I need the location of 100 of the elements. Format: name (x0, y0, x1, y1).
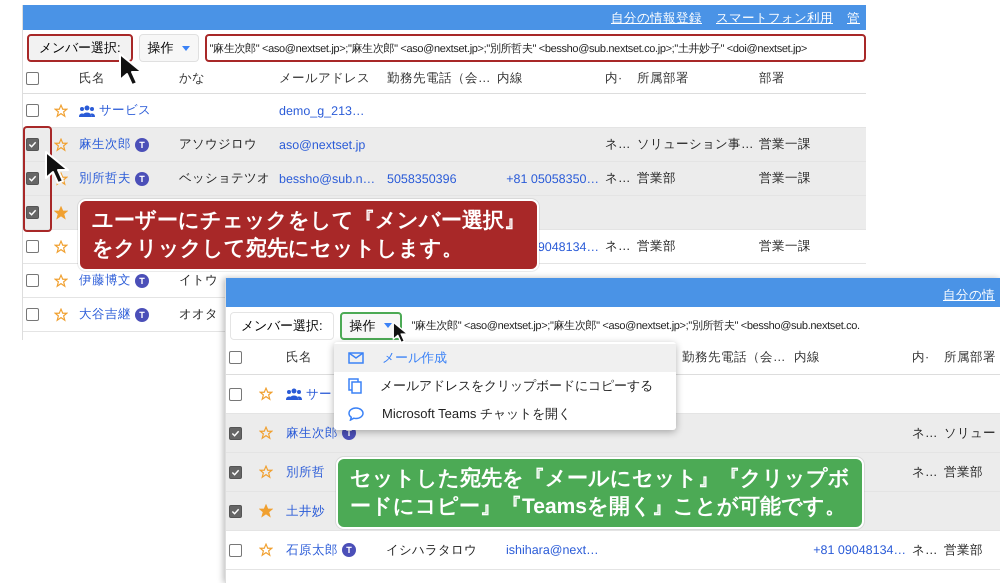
recipients-field[interactable]: "麻生次郎" <aso@nextset.jp>;"麻生次郎" <aso@nextset.jp>;"別所哲夫" <bessho@sub.nextset.co.jp>;"土井妙子" <doi@nextset.jp> (204, 34, 866, 62)
callout-text: ユーザーにチェックをして『メンバー選択』 (92, 208, 525, 234)
row-checkbox[interactable] (229, 544, 242, 556)
table-cell: アソウジロウ (179, 136, 257, 153)
star-icon[interactable] (259, 387, 273, 401)
table-cell: ネ… (605, 238, 630, 255)
header-link[interactable]: 自分の情報登録 (611, 10, 702, 27)
caret-icon (384, 323, 392, 328)
table-cell: オオタ (179, 306, 218, 323)
table-cell: イシハラタロウ (386, 542, 477, 558)
callout-text: ードにコピー』『Teamsを開く』ことが可能です。 (350, 494, 847, 520)
star-icon[interactable] (259, 426, 273, 440)
table-cell: 営業部 (637, 238, 676, 255)
column-header[interactable]: かな (179, 70, 205, 86)
copy-icon (348, 378, 362, 394)
column-header[interactable]: 内· (605, 70, 622, 86)
row-checkbox[interactable] (229, 388, 242, 400)
table-cell: ネ… (912, 424, 938, 442)
star-icon[interactable] (259, 465, 273, 479)
action-dropdown-button[interactable]: 操作 (340, 312, 402, 340)
table-cell: 営業一課 (759, 136, 811, 153)
table-cell: 営業部 (944, 542, 983, 558)
action-dropdown-button[interactable]: 操作 (138, 34, 199, 62)
callout-text: セットした宛先を『メールにセット』『クリップボ (350, 466, 850, 492)
star-icon[interactable] (54, 308, 68, 322)
star-icon[interactable] (54, 138, 68, 152)
contact-name-link[interactable]: 大谷吉継 (79, 306, 131, 323)
column-header[interactable]: メールアドレス (279, 70, 370, 86)
menu-item[interactable]: メール作成 (334, 344, 676, 372)
caret-icon (182, 46, 190, 50)
table-cell: 営業部 (637, 170, 676, 187)
table-cell: ソリュー (944, 424, 996, 442)
recipients-field[interactable]: "麻生次郎" <aso@nextset.jp>;"麻生次郎" <aso@nextset.jp>;"別所哲夫" <bessho@sub.nextset.co. (408, 312, 1000, 340)
table-cell: イトウ (179, 272, 218, 289)
column-header[interactable]: 内線 (794, 349, 820, 366)
table-cell: ネ… (605, 170, 630, 187)
column-header[interactable]: 部署 (759, 70, 785, 86)
teams-badge: T (342, 543, 356, 557)
people-icon (286, 388, 302, 400)
contact-name-link[interactable]: サー (306, 386, 332, 402)
menu-item[interactable]: メールアドレスをクリップボードにコピーする (334, 372, 676, 400)
star-icon[interactable] (54, 274, 68, 288)
row-checkbox[interactable] (229, 426, 242, 440)
contact-link[interactable]: +81 09048134… (813, 543, 906, 557)
contact-name-link[interactable]: サービス (99, 102, 151, 119)
contact-link[interactable]: +81 05058350… (506, 172, 599, 186)
table-cell: 営業一課 (759, 238, 811, 255)
table-cell: ソリューション事… (637, 136, 754, 153)
column-header[interactable]: 氏名 (79, 70, 105, 86)
people-icon (79, 104, 95, 116)
row-checkbox[interactable] (26, 104, 39, 117)
row-checkbox[interactable] (26, 240, 39, 253)
column-header[interactable]: 内線 (497, 70, 523, 86)
row-checkbox[interactable] (26, 308, 39, 321)
contact-link[interactable]: 9048134… (538, 240, 599, 254)
member-select-button[interactable]: メンバー選択: (27, 34, 133, 62)
teams-badge: T (135, 308, 149, 322)
column-header[interactable]: 所属部署 (944, 349, 996, 366)
contact-link[interactable]: demo_g_213… (279, 104, 364, 118)
header-link[interactable]: スマートフォン利用 (716, 10, 833, 27)
table-cell: ネ… (912, 542, 938, 558)
row-checkbox[interactable] (26, 138, 39, 151)
row-checkbox[interactable] (26, 274, 39, 287)
table-cell: ネ… (605, 136, 630, 153)
contact-link[interactable]: bessho@sub.n… (279, 172, 376, 186)
filled-star-icon[interactable] (259, 504, 273, 518)
select-all-checkbox[interactable] (26, 72, 39, 84)
row-checkbox[interactable] (26, 206, 39, 219)
star-icon[interactable] (54, 104, 68, 118)
select-all-checkbox[interactable] (229, 351, 242, 364)
contact-name-link[interactable]: 土井妙 (286, 502, 325, 520)
teams-badge: T (135, 274, 149, 288)
filled-star-icon[interactable] (54, 206, 68, 220)
contact-name-link[interactable]: 麻生次郎 (79, 136, 131, 153)
callout-text: をクリックして宛先にセットします。 (92, 236, 464, 262)
column-header[interactable]: 氏名 (286, 349, 312, 366)
member-select-button[interactable]: メンバー選択: (230, 312, 334, 340)
header-link[interactable]: 自分の情 (943, 287, 995, 304)
header-link[interactable]: 管 (847, 10, 860, 27)
contact-link[interactable]: aso@nextset.jp (279, 138, 366, 152)
table-cell: 営業部 (944, 464, 983, 480)
column-header[interactable]: 勤務先電話（会… (387, 70, 490, 86)
star-icon[interactable] (54, 240, 68, 254)
menu-item[interactable]: Microsoft Teams チャットを開く (334, 400, 676, 428)
column-header[interactable]: 勤務先電話（会… (682, 349, 786, 366)
row-checkbox[interactable] (229, 504, 242, 518)
column-header[interactable]: 内· (912, 349, 930, 366)
contact-link[interactable]: ishihara@next… (506, 543, 599, 557)
table-cell: ベッショテツオ (179, 170, 270, 187)
contact-name-link[interactable]: 別所哲 (286, 464, 325, 480)
teams-badge: T (135, 138, 149, 152)
table-cell: ネ… (912, 464, 938, 480)
contact-name-link[interactable]: 伊藤博文 (79, 272, 131, 289)
star-icon[interactable] (259, 543, 273, 557)
contact-link[interactable]: 5058350396 (387, 172, 457, 186)
row-checkbox[interactable] (26, 172, 39, 185)
contact-name-link[interactable]: 石原太郎 (286, 542, 338, 558)
column-header[interactable]: 所属部署 (637, 70, 689, 86)
row-checkbox[interactable] (229, 466, 242, 478)
contact-name-link[interactable]: 別所哲夫 (79, 170, 131, 187)
